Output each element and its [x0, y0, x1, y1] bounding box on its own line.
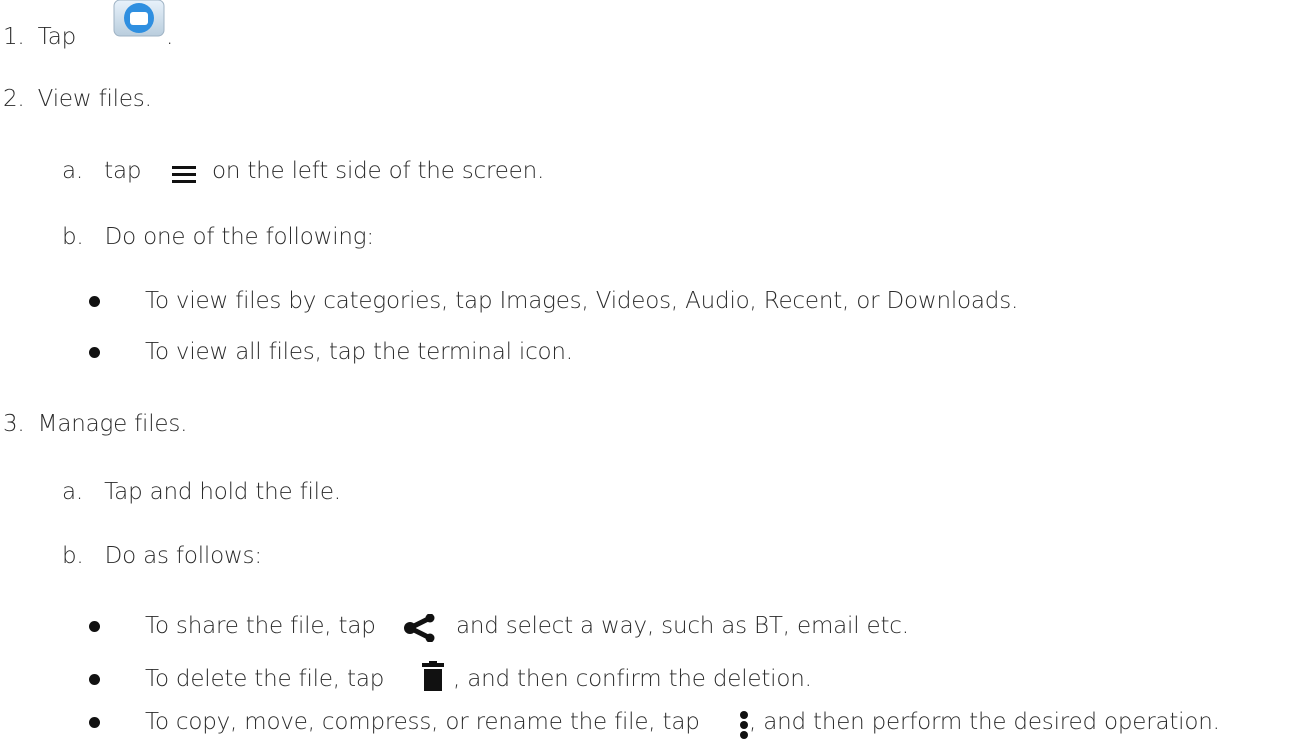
substep-letter: a.: [62, 158, 84, 184]
substep-3b: b. Do as follows:: [62, 541, 262, 571]
substep-text: Tap and hold the file.: [104, 479, 341, 505]
substep-letter: b.: [62, 224, 84, 250]
menu-icon: [172, 166, 196, 183]
bullet-dot: [89, 621, 100, 632]
bullet-text: To view files by categories, tap Images,…: [145, 288, 1019, 314]
share-icon: [404, 614, 435, 642]
bullet-dot: [89, 296, 100, 307]
bullet-text: To view all files, tap the terminal icon…: [145, 339, 573, 365]
step-text: Tap: [37, 24, 77, 50]
step-2: 2. View files.: [3, 84, 152, 114]
trash-icon: [422, 661, 444, 691]
substep-2b: b. Do one of the following:: [62, 222, 374, 252]
step-3: 3. Manage files.: [3, 409, 187, 439]
bullet-text: To copy, move, compress, or rename the f…: [145, 709, 700, 735]
step-number: 3.: [3, 411, 25, 437]
substep-letter: a.: [62, 479, 84, 505]
substep-2a: a. tap: [62, 156, 141, 186]
substep-text: Do one of the following:: [104, 224, 374, 250]
substep-text: Do as follows:: [104, 543, 262, 569]
bullet-text: , and then perform the desired operation…: [749, 709, 1220, 735]
step-number: 1.: [3, 24, 25, 50]
bullet-dot: [89, 674, 100, 685]
step-text: View files.: [37, 86, 152, 112]
step-1: 1. Tap: [3, 22, 76, 52]
step-1-period: .: [166, 24, 174, 50]
substep-3a: a. Tap and hold the file.: [62, 477, 341, 507]
bullet-text: To delete the file, tap: [145, 666, 385, 692]
bullet-dot: [89, 347, 100, 358]
step-text: Manage files.: [37, 411, 188, 437]
substep-letter: b.: [62, 543, 84, 569]
bullet-text: and select a way, such as BT, email etc.: [456, 613, 909, 639]
step-number: 2.: [3, 86, 25, 112]
bullet-text: To share the file, tap: [145, 613, 376, 639]
bullet-text: , and then confirm the deletion.: [453, 666, 812, 692]
bullet-dot: [89, 717, 100, 728]
files-app-icon: [113, 0, 165, 37]
substep-text: tap: [104, 158, 142, 184]
substep-text: on the left side of the screen.: [212, 158, 545, 184]
